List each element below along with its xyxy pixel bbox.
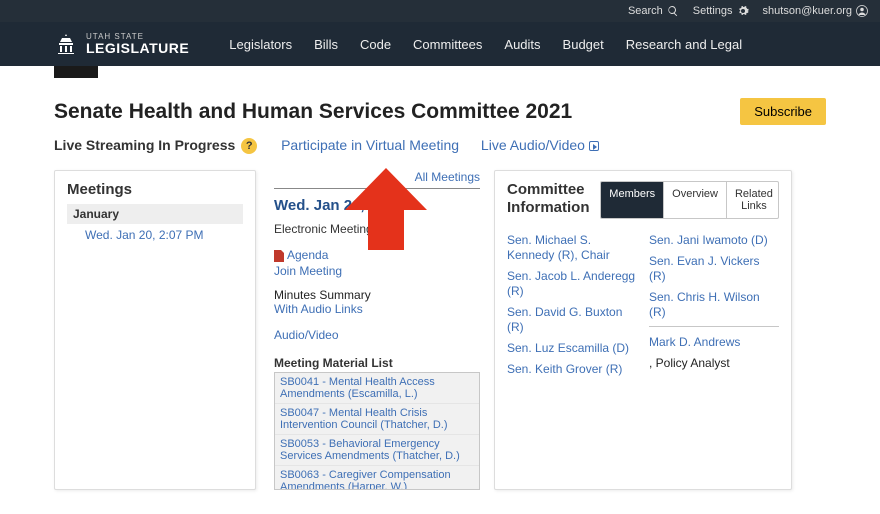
search-icon [667, 5, 679, 17]
meetings-title: Meetings [67, 181, 243, 198]
committee-info-title: Committee Information [507, 181, 600, 216]
help-icon[interactable]: ? [378, 222, 394, 238]
minutes-label: Minutes Summary [274, 288, 480, 302]
nav-code[interactable]: Code [360, 37, 391, 52]
electronic-meeting-label: Electronic Meeting [274, 222, 373, 236]
audio-video-link[interactable]: Audio/Video [274, 328, 480, 342]
utility-bar: Search Settings shutson@kuer.org [0, 0, 880, 22]
committee-info-panel: Committee Information Members Overview R… [494, 170, 792, 490]
nav-budget[interactable]: Budget [563, 37, 604, 52]
meeting-item[interactable]: Wed. Jan 20, 2:07 PM [67, 224, 243, 246]
capitol-icon [54, 32, 78, 56]
member-link[interactable]: Sen. David G. Buxton (R) [507, 305, 637, 335]
member-link[interactable]: Sen. Michael S. Kennedy (R), Chair [507, 233, 637, 263]
agenda-link[interactable]: Agenda [274, 248, 480, 262]
audio-links-link[interactable]: With Audio Links [274, 302, 480, 316]
join-meeting-link[interactable]: Join Meeting [274, 264, 480, 278]
meetings-panel: Meetings January Wed. Jan 20, 2:07 PM [54, 170, 256, 490]
live-av-link[interactable]: Live Audio/Video [481, 137, 599, 153]
ci-tabs: Members Overview Related Links [600, 181, 779, 219]
material-list-title: Meeting Material List [274, 356, 480, 370]
tab-stub [54, 66, 98, 78]
nav-bills[interactable]: Bills [314, 37, 338, 52]
page-title: Senate Health and Human Services Committ… [54, 100, 572, 124]
tab-members[interactable]: Members [601, 182, 663, 218]
tab-related-links[interactable]: Related Links [726, 182, 779, 218]
settings-link[interactable]: Settings [693, 5, 749, 17]
logo-big: LEGISLATURE [86, 41, 189, 55]
main-nav: UTAH STATE LEGISLATURE Legislators Bills… [0, 22, 880, 66]
member-link[interactable]: Sen. Luz Escamilla (D) [507, 341, 637, 356]
subscribe-button[interactable]: Subscribe [740, 98, 826, 125]
member-link[interactable]: Sen. Keith Grover (R) [507, 362, 637, 377]
play-icon [589, 141, 599, 151]
gear-icon [737, 5, 749, 17]
logo[interactable]: UTAH STATE LEGISLATURE [54, 32, 189, 56]
search-link[interactable]: Search [628, 5, 679, 17]
material-item[interactable]: SB0063 - Caregiver Compensation Amendmen… [275, 466, 479, 490]
nav-audits[interactable]: Audits [504, 37, 540, 52]
material-item[interactable]: SB0053 - Behavioral Emergency Services A… [275, 435, 479, 466]
nav-legislators[interactable]: Legislators [229, 37, 292, 52]
meeting-date: Wed. Jan 20, [274, 197, 480, 214]
analyst-link[interactable]: Mark D. Andrews [649, 335, 779, 350]
member-link[interactable]: Sen. Jacob L. Anderegg (R) [507, 269, 637, 299]
all-meetings-link[interactable]: All Meetings [415, 170, 480, 184]
month-header: January [67, 204, 243, 224]
pdf-icon [274, 250, 284, 262]
material-item[interactable]: SB0041 - Mental Health Access Amendments… [275, 373, 479, 404]
meeting-detail: All Meetings Wed. Jan 20, Electronic Mee… [270, 170, 480, 490]
material-list[interactable]: SB0041 - Mental Health Access Amendments… [274, 372, 480, 490]
member-link[interactable]: Sen. Evan J. Vickers (R) [649, 254, 779, 284]
tab-overview[interactable]: Overview [663, 182, 726, 218]
nav-committees[interactable]: Committees [413, 37, 482, 52]
user-icon [856, 5, 868, 17]
help-icon[interactable]: ? [241, 138, 257, 154]
member-link[interactable]: Sen. Jani Iwamoto (D) [649, 233, 779, 248]
analyst: Mark D. Andrews, Policy Analyst [649, 335, 779, 370]
member-link[interactable]: Sen. Chris H. Wilson (R) [649, 290, 779, 320]
participate-link[interactable]: Participate in Virtual Meeting [281, 137, 459, 153]
live-label: Live Streaming In Progress [54, 137, 235, 153]
nav-research[interactable]: Research and Legal [626, 37, 742, 52]
material-item[interactable]: SB0047 - Mental Health Crisis Interventi… [275, 404, 479, 435]
user-link[interactable]: shutson@kuer.org [763, 5, 868, 17]
